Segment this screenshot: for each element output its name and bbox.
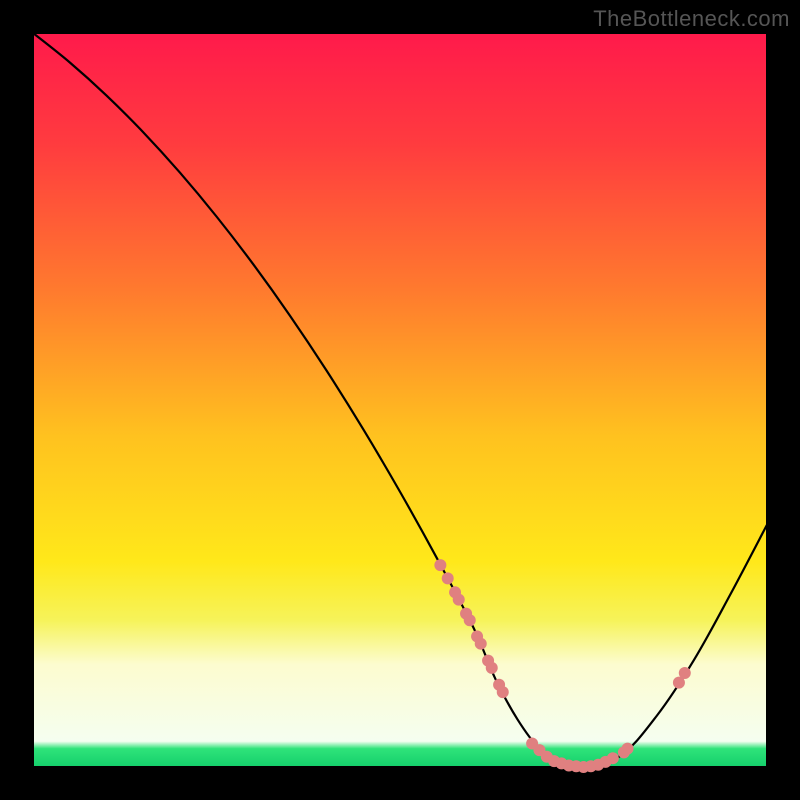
watermark-text: TheBottleneck.com — [593, 6, 790, 32]
marker-point — [475, 638, 487, 650]
marker-point — [497, 686, 509, 698]
bottleneck-chart — [0, 0, 800, 800]
marker-point — [442, 572, 454, 584]
marker-point — [464, 614, 476, 626]
marker-point — [434, 559, 446, 571]
marker-point — [622, 743, 634, 755]
marker-point — [679, 667, 691, 679]
plot-background — [33, 33, 767, 767]
marker-point — [486, 662, 498, 674]
marker-point — [607, 752, 619, 764]
marker-point — [453, 594, 465, 606]
chart-container: TheBottleneck.com — [0, 0, 800, 800]
